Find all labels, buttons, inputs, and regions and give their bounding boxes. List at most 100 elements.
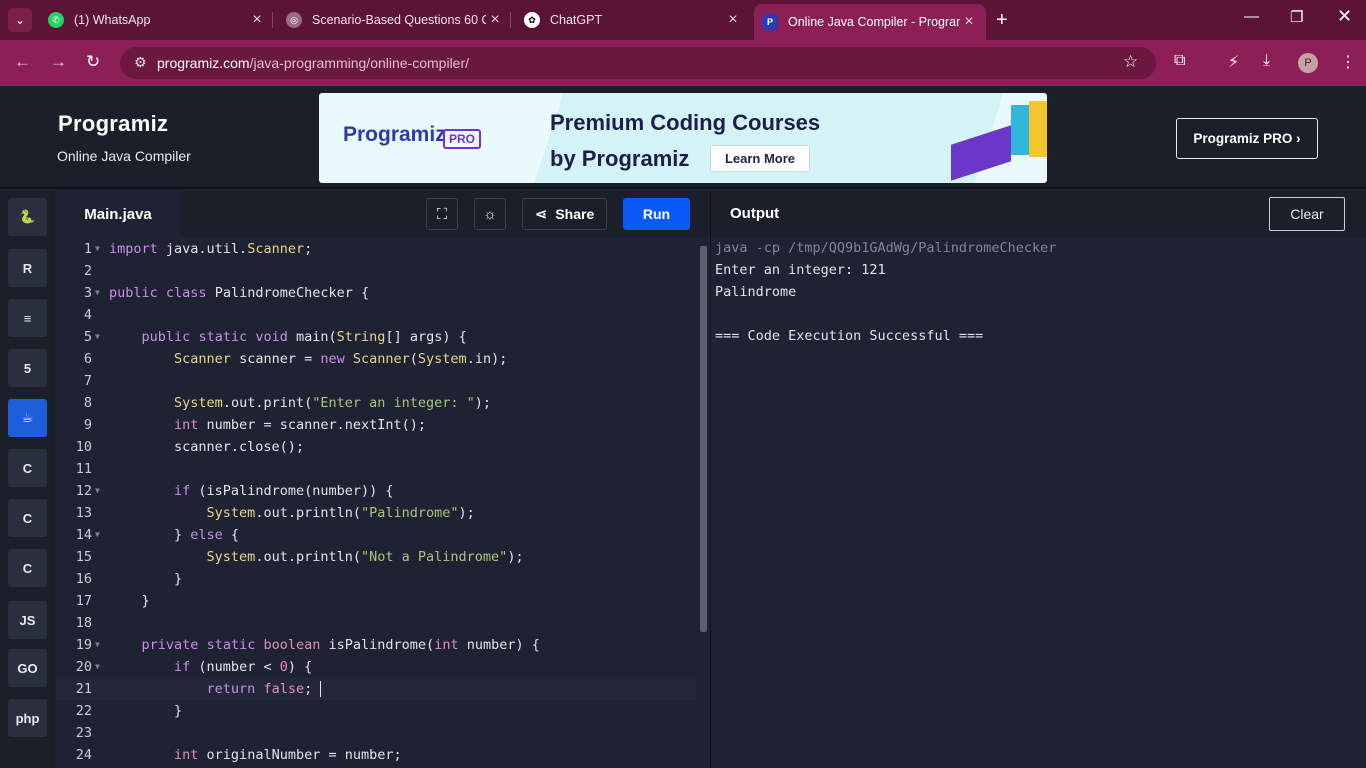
language-cpp-icon[interactable]: C [8,499,47,537]
language-php-icon[interactable]: php [8,699,47,737]
line-number: 11 [75,461,92,477]
fold-toggle-icon[interactable]: ▼ [95,282,100,304]
code-text: System.out.print("Enter an integer: "); [174,395,492,411]
forward-icon[interactable]: → [50,52,67,72]
code-line[interactable]: 13 System.out.println("Palindrome"); [56,502,696,524]
code-line[interactable]: 22 } [56,700,696,722]
reload-icon[interactable]: ↻ [86,52,100,72]
code-line[interactable]: 17 } [56,590,696,612]
code-text: Scanner scanner = new Scanner(System.in)… [174,351,508,367]
language-go-icon[interactable]: GO [8,649,47,687]
code-line[interactable]: 20 ▼ if (number < 0) { [56,656,696,678]
editor-scrollbar[interactable] [700,246,707,632]
tab-title: Scenario-Based Questions 60 Q [312,13,486,27]
code-line[interactable]: 15 System.out.println("Not a Palindrome"… [56,546,696,568]
language-java-icon[interactable]: ☕ [8,399,47,437]
code-line[interactable]: 1 ▼ import java.util.Scanner; [56,238,696,260]
programiz-pro-button[interactable]: Programiz PRO › [1176,118,1318,159]
tab-scenario-questions[interactable]: ◎ Scenario-Based Questions 60 Q × [286,6,504,34]
download-icon[interactable]: ⤓ [1263,52,1270,70]
bookmark-star-icon[interactable]: ☆ [1123,52,1138,72]
fold-toggle-icon[interactable]: ▼ [95,480,100,502]
output-title: Output [730,205,780,222]
code-text: private static boolean isPalindrome(int … [141,637,540,653]
back-icon[interactable]: ← [14,52,31,72]
code-line[interactable]: 4 [56,304,696,326]
page-subtitle: Online Java Compiler [57,148,191,164]
line-number: 19 [75,637,92,653]
tab-programiz[interactable]: P Online Java Compiler - Program × [754,4,986,40]
code-line[interactable]: 16 } [56,568,696,590]
code-line[interactable]: 2 [56,260,696,282]
line-number: 21 [75,681,92,697]
code-line[interactable]: 8 System.out.print("Enter an integer: ")… [56,392,696,414]
language-python-icon[interactable]: 🐍 [8,198,47,236]
code-line[interactable]: 3 ▼ public class PalindromeChecker { [56,282,696,304]
url-text[interactable]: programiz.com/java-programming/online-co… [157,55,469,71]
close-tab-icon[interactable]: × [486,11,504,29]
language-r-icon[interactable]: R [8,249,47,287]
code-line[interactable]: 5 ▼ public static void main(String[] args… [56,326,696,348]
code-line[interactable]: 21 return false; [56,678,696,700]
minimize-icon[interactable]: — [1244,8,1259,25]
tab-title: ChatGPT [550,13,603,27]
fold-toggle-icon[interactable]: ▼ [95,656,100,678]
code-text: } [109,703,183,719]
tab-chatgpt[interactable]: ✿ ChatGPT × [524,6,742,34]
language-c-icon[interactable]: C [8,449,47,487]
line-number: 4 [83,307,92,323]
run-button[interactable]: Run [623,198,690,230]
theme-toggle-icon[interactable]: ☼ [474,198,506,230]
code-line[interactable]: 24 int originalNumber = number; [56,744,696,766]
close-tab-icon[interactable]: × [248,11,266,29]
ad-banner[interactable]: Programiz PRO Premium Coding Courses by … [319,93,1047,183]
close-window-icon[interactable]: ✕ [1337,6,1352,27]
code-editor[interactable]: 1 ▼ import java.util.Scanner; 2 3 ▼ public cla… [56,238,710,768]
tab-whatsapp[interactable]: ✆ (1) WhatsApp × [48,6,266,34]
banner-headline: Premium Coding Courses [550,110,821,135]
file-tab-main-java[interactable]: Main.java [56,191,180,237]
output-command: java -cp /tmp/QQ9b1GAdWg/PalindromeCheck… [715,240,1057,256]
code-text: } [109,571,183,587]
fold-toggle-icon[interactable]: ▼ [95,634,100,656]
code-line[interactable]: 10 scanner.close(); [56,436,696,458]
code-line[interactable]: 11 [56,458,696,480]
fullscreen-icon[interactable]: ⛶ [426,198,458,230]
banner-logo: Programiz [343,123,446,146]
tab-search-button[interactable]: ⌄ [8,8,32,32]
line-number: 3 [83,285,92,301]
code-line[interactable]: 19 ▼ private static boolean isPalindrome(… [56,634,696,656]
profile-avatar[interactable]: P [1298,53,1318,73]
close-tab-icon[interactable]: × [724,11,742,29]
code-line[interactable]: 7 [56,370,696,392]
language-js-icon[interactable]: JS [8,601,47,639]
code-line[interactable]: 23 [56,722,696,744]
new-tab-button[interactable]: + [996,9,1008,32]
more-menu-icon[interactable]: ⋮ [1340,52,1356,72]
globe-icon: ◎ [286,12,302,28]
code-line[interactable]: 12 ▼ if (isPalindrome(number)) { [56,480,696,502]
programiz-logo[interactable]: Programiz [58,111,168,137]
learn-more-button[interactable]: Learn More [710,145,810,172]
share-button[interactable]: ⋖ Share [522,198,607,230]
line-number: 12 [75,483,92,499]
extensions-icon[interactable]: ⧉ [1174,52,1185,70]
restore-icon[interactable]: ❐ [1290,8,1303,26]
code-line[interactable]: 18 [56,612,696,634]
code-line[interactable]: 6 Scanner scanner = new Scanner(System.i… [56,348,696,370]
language-sql-icon[interactable]: ≡ [8,299,47,337]
site-info-icon[interactable]: ⚙ [134,54,147,71]
output-console[interactable] [711,238,1366,768]
fold-toggle-icon[interactable]: ▼ [95,326,100,348]
line-number: 14 [75,527,92,543]
tab-title: (1) WhatsApp [74,13,151,27]
performance-icon[interactable]: ⚡ [1228,52,1239,72]
clear-button[interactable]: Clear [1269,197,1345,231]
language-csharp-icon[interactable]: C [8,549,47,587]
code-line[interactable]: 14 ▼ } else { [56,524,696,546]
language-html-icon[interactable]: 5 [8,349,47,387]
close-tab-icon[interactable]: × [960,13,978,31]
fold-toggle-icon[interactable]: ▼ [95,524,100,546]
fold-toggle-icon[interactable]: ▼ [95,238,100,260]
code-line[interactable]: 9 int number = scanner.nextInt(); [56,414,696,436]
